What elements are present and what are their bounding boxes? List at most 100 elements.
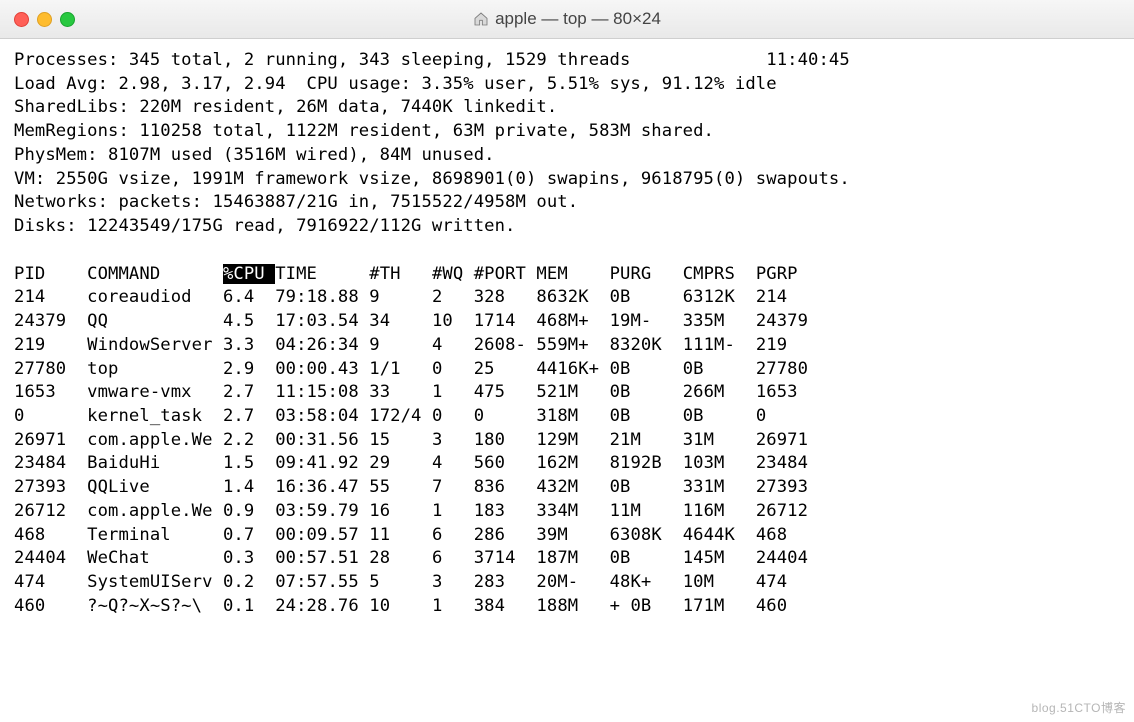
process-row: 1653 vmware-vmx 2.7 11:15:08 33 1 475 52… [14,381,1120,405]
cell-%CPU: 2.7 [223,382,275,402]
cell-PID: 214 [14,287,87,307]
cell-%CPU: 0.7 [223,525,275,545]
cell-TIME: 16:36.47 [275,477,369,497]
cell-CMPRS: 266M [683,382,756,402]
cell-%CPU: 0.9 [223,501,275,521]
cell-#TH: 16 [369,501,432,521]
cell-PID: 1653 [14,382,87,402]
cell-PID: 474 [14,572,87,592]
summary-physmem: PhysMem: 8107M used (3516M wired), 84M u… [14,145,495,165]
summary-line-processes: Processes: 345 total, 2 running, 343 sle… [14,49,1120,73]
cell-#WQ: 0 [432,359,474,379]
col-header-PGRP: PGRP [756,264,819,284]
cell-COMMAND: WindowServer [87,335,223,355]
terminal-output[interactable]: Processes: 345 total, 2 running, 343 sle… [0,39,1134,619]
cell-PURG: 19M- [610,311,683,331]
cell-PGRP: 24379 [756,311,819,331]
cell-PGRP: 26971 [756,430,819,450]
cell-#PORT: 836 [474,477,537,497]
cell-#PORT: 286 [474,525,537,545]
cell-#PORT: 560 [474,453,537,473]
cell-PGRP: 23484 [756,453,819,473]
watermark: blog.51CTO博客 [1032,699,1126,716]
cell-TIME: 03:59.79 [275,501,369,521]
cell-#WQ: 4 [432,335,474,355]
cell-#TH: 172/4 [369,406,432,426]
summary-line-networks: Networks: packets: 15463887/21G in, 7515… [14,191,1120,215]
cell-#TH: 34 [369,311,432,331]
close-button[interactable] [14,12,29,27]
cell-CMPRS: 331M [683,477,756,497]
cell-CMPRS: 171M [683,596,756,616]
process-header: PID COMMAND %CPU TIME #TH #WQ #PORT MEM … [14,263,1120,287]
cell-CMPRS: 111M- [683,335,756,355]
col-header-TIME: TIME [275,264,369,284]
minimize-button[interactable] [37,12,52,27]
cell-#WQ: 7 [432,477,474,497]
cell-PURG: + 0B [610,596,683,616]
cell-PGRP: 24404 [756,548,819,568]
cell-#WQ: 0 [432,406,474,426]
cell-PID: 27393 [14,477,87,497]
cell-#TH: 15 [369,430,432,450]
cell-#PORT: 384 [474,596,537,616]
cell-COMMAND: top [87,359,223,379]
cell-PGRP: 460 [756,596,819,616]
cell-%CPU: 4.5 [223,311,275,331]
process-row: 460 ?~Q?~X~S?~\ 0.1 24:28.76 10 1 384 18… [14,595,1120,619]
cell-%CPU: 0.2 [223,572,275,592]
cell-#PORT: 2608- [474,335,537,355]
cell-PID: 24379 [14,311,87,331]
cell-PID: 468 [14,525,87,545]
col-header-MEM: MEM [536,264,609,284]
cell-COMMAND: Terminal [87,525,223,545]
cell-#TH: 55 [369,477,432,497]
cell-MEM: 559M+ [536,335,609,355]
cell-TIME: 03:58:04 [275,406,369,426]
cell-MEM: 4416K+ [536,359,609,379]
process-row: 474 SystemUIServ 0.2 07:57.55 5 3 283 20… [14,571,1120,595]
cell-%CPU: 1.5 [223,453,275,473]
process-row: 219 WindowServer 3.3 04:26:34 9 4 2608- … [14,334,1120,358]
cell-PURG: 0B [610,382,683,402]
cell-#TH: 10 [369,596,432,616]
cell-#TH: 5 [369,572,432,592]
cell-PGRP: 214 [756,287,819,307]
cell-COMMAND: com.apple.We [87,430,223,450]
cell-#PORT: 1714 [474,311,537,331]
cell-MEM: 334M [536,501,609,521]
cell-#TH: 9 [369,287,432,307]
cell-CMPRS: 103M [683,453,756,473]
cell-#TH: 28 [369,548,432,568]
summary-line-vm: VM: 2550G vsize, 1991M framework vsize, … [14,168,1120,192]
cell-TIME: 17:03.54 [275,311,369,331]
col-header-COMMAND: COMMAND [87,264,223,284]
zoom-button[interactable] [60,12,75,27]
cell-MEM: 39M [536,525,609,545]
cell-%CPU: 3.3 [223,335,275,355]
cell-MEM: 468M+ [536,311,609,331]
cell-PURG: 0B [610,406,683,426]
cell-COMMAND: com.apple.We [87,501,223,521]
cell-PURG: 48K+ [610,572,683,592]
cell-PURG: 0B [610,477,683,497]
summary-loadavg: Load Avg: 2.98, 3.17, 2.94 CPU usage: 3.… [14,74,777,94]
process-row: 27780 top 2.9 00:00.43 1/1 0 25 4416K+ 0… [14,358,1120,382]
summary-line-sharedlibs: SharedLibs: 220M resident, 26M data, 744… [14,96,1120,120]
cell-PID: 219 [14,335,87,355]
cell-PGRP: 1653 [756,382,819,402]
cell-PID: 0 [14,406,87,426]
cell-PURG: 0B [610,359,683,379]
cell-MEM: 521M [536,382,609,402]
cell-PID: 26712 [14,501,87,521]
process-row: 23484 BaiduHi 1.5 09:41.92 29 4 560 162M… [14,452,1120,476]
cell-MEM: 129M [536,430,609,450]
process-row: 27393 QQLive 1.4 16:36.47 55 7 836 432M … [14,476,1120,500]
cell-TIME: 09:41.92 [275,453,369,473]
process-row: 26971 com.apple.We 2.2 00:31.56 15 3 180… [14,429,1120,453]
process-row: 24404 WeChat 0.3 00:57.51 28 6 3714 187M… [14,547,1120,571]
col-header-%CPU: %CPU [223,264,275,284]
summary-line-physmem: PhysMem: 8107M used (3516M wired), 84M u… [14,144,1120,168]
cell-#PORT: 180 [474,430,537,450]
summary-line-disks: Disks: 12243549/175G read, 7916922/112G … [14,215,1120,239]
